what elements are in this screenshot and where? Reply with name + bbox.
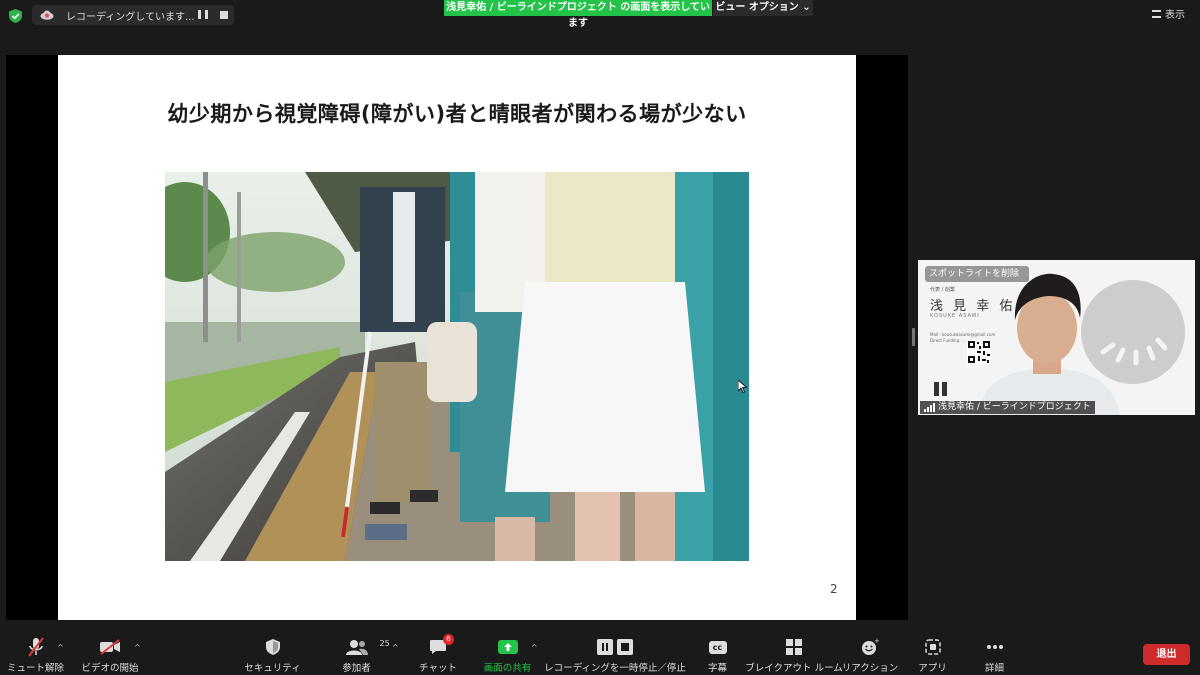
pause-recording-icon[interactable]	[198, 10, 208, 20]
slide-title: 幼少期から視覚障碍(障がい)者と晴眼者が関わる場が少ない	[167, 102, 747, 126]
qr-code-icon	[967, 340, 991, 364]
remove-spotlight-button[interactable]: スポットライトを削除	[925, 266, 1029, 282]
more-button[interactable]: 詳細	[977, 628, 1012, 675]
participants-options-chevron-icon[interactable]: ^	[392, 643, 399, 652]
slide-page-number: 2	[830, 582, 838, 596]
chat-unread-badge: 6	[443, 634, 454, 645]
participants-label: 参加者	[342, 663, 371, 674]
card-romaji: KOSUKE ASAMI	[930, 313, 980, 319]
security-shield-icon	[9, 9, 22, 23]
apps-label: アプリ	[918, 663, 947, 674]
closed-captions-icon: cc	[708, 636, 727, 658]
card-name: 浅 見 幸 佑	[930, 299, 1016, 314]
reactions-button[interactable]: + リアクション	[842, 628, 899, 675]
shield-icon	[265, 636, 280, 658]
apps-button[interactable]: アプリ	[915, 628, 950, 675]
display-view-label: 表示	[1165, 10, 1185, 21]
security-label: セキュリティ	[244, 663, 301, 674]
presentation-slide: 幼少期から視覚障碍(障がい)者と晴眼者が関わる場が少ない 2	[58, 55, 856, 620]
mouse-cursor-icon	[738, 380, 747, 393]
muted-microphone-icon	[27, 636, 44, 658]
audio-options-chevron-icon[interactable]: ^	[57, 643, 64, 652]
svg-text:+: +	[874, 638, 879, 645]
unmute-button[interactable]: ミュート解除	[7, 628, 65, 675]
meeting-toolbar: ミュート解除 ^ ビデオの開始 ^ セキュリティ 25 参加者 ^ 6 チャット…	[0, 628, 1200, 675]
video-options-chevron-icon[interactable]: ^	[134, 643, 141, 652]
breakout-rooms-icon	[786, 636, 802, 658]
recording-status-text: レコーディングしています...	[66, 11, 195, 23]
participant-video-tile[interactable]: スポットライトを削除 代表 / 創業 浅 見 幸 佑 KOSUKE ASAMI …	[918, 260, 1195, 415]
chat-icon: 6	[429, 634, 454, 658]
unmute-label: ミュート解除	[7, 663, 65, 674]
recording-control-label: レコーディングを一時停止／停止	[544, 663, 686, 674]
reaction-smiley-icon: +	[861, 636, 879, 658]
slide-photo-train-platform	[165, 172, 749, 561]
cloud-recording-icon	[40, 10, 54, 20]
captions-label: 字幕	[707, 663, 727, 674]
gallery-view-icon	[1152, 9, 1161, 18]
chat-label: チャット	[419, 663, 457, 674]
more-label: 詳細	[984, 663, 1004, 674]
start-video-label: ビデオの開始	[81, 663, 139, 674]
leave-meeting-button[interactable]: 退出	[1143, 644, 1190, 665]
more-dots-icon	[986, 636, 1004, 658]
signal-strength-icon	[924, 403, 935, 412]
participants-count: 25	[379, 639, 390, 648]
share-screen-icon	[497, 636, 518, 658]
apps-icon	[924, 636, 941, 658]
security-button[interactable]: セキュリティ	[244, 628, 301, 675]
participants-icon: 25	[345, 636, 390, 658]
reactions-label: リアクション	[841, 663, 899, 674]
breakout-rooms-button[interactable]: ブレイクアウト ルーム	[745, 628, 843, 675]
share-screen-button[interactable]: 画面の共有	[480, 628, 535, 675]
view-options-button[interactable]: ビュー オプション ⌄	[713, 0, 813, 16]
breakout-rooms-label: ブレイクアウト ルーム	[745, 663, 843, 674]
card-role: 代表 / 創業	[930, 287, 955, 293]
screen-share-banner: 浅見幸佑 / ビーラインドプロジェクト の画面を表示しています	[444, 0, 712, 29]
participants-button[interactable]: 25 参加者	[334, 628, 390, 675]
captions-button[interactable]: cc 字幕	[700, 628, 735, 675]
share-screen-label: 画面の共有	[483, 663, 532, 674]
recording-indicator: レコーディングしています...	[32, 5, 234, 25]
start-video-button[interactable]: ビデオの開始	[80, 628, 140, 675]
chat-button[interactable]: 6 チャット	[418, 628, 458, 675]
stop-recording-icon[interactable]	[220, 11, 228, 19]
share-options-chevron-icon[interactable]: ^	[531, 643, 538, 652]
pause-stop-recording-icon	[596, 636, 634, 658]
panel-splitter-handle[interactable]	[912, 328, 915, 346]
display-view-button[interactable]: 表示	[1152, 6, 1185, 21]
recording-control-button[interactable]: レコーディングを一時停止／停止	[544, 628, 686, 675]
video-off-icon	[99, 636, 121, 658]
participant-name-text: 浅見幸佑 / ビーラインドプロジェクト	[938, 402, 1091, 412]
participant-name-label: 浅見幸佑 / ビーラインドプロジェクト	[920, 401, 1095, 414]
